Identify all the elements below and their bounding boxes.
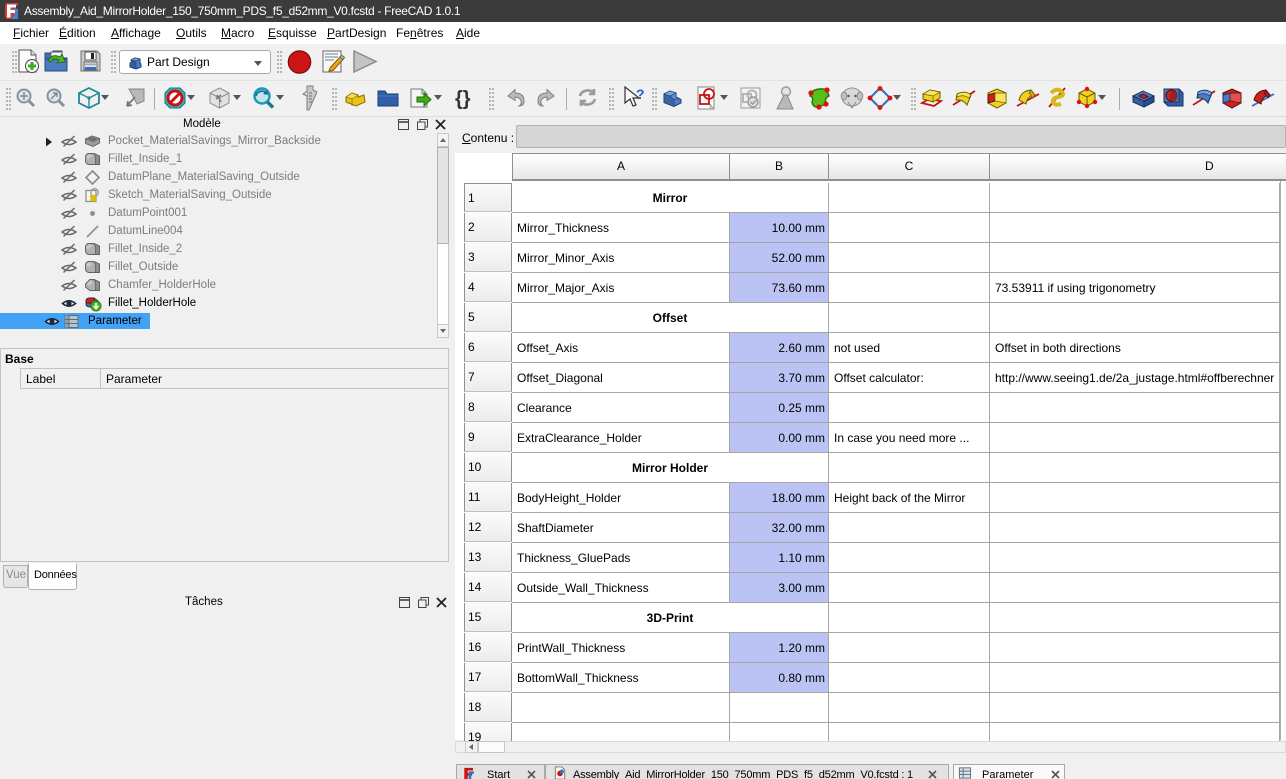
- svg-text:?: ?: [636, 86, 645, 102]
